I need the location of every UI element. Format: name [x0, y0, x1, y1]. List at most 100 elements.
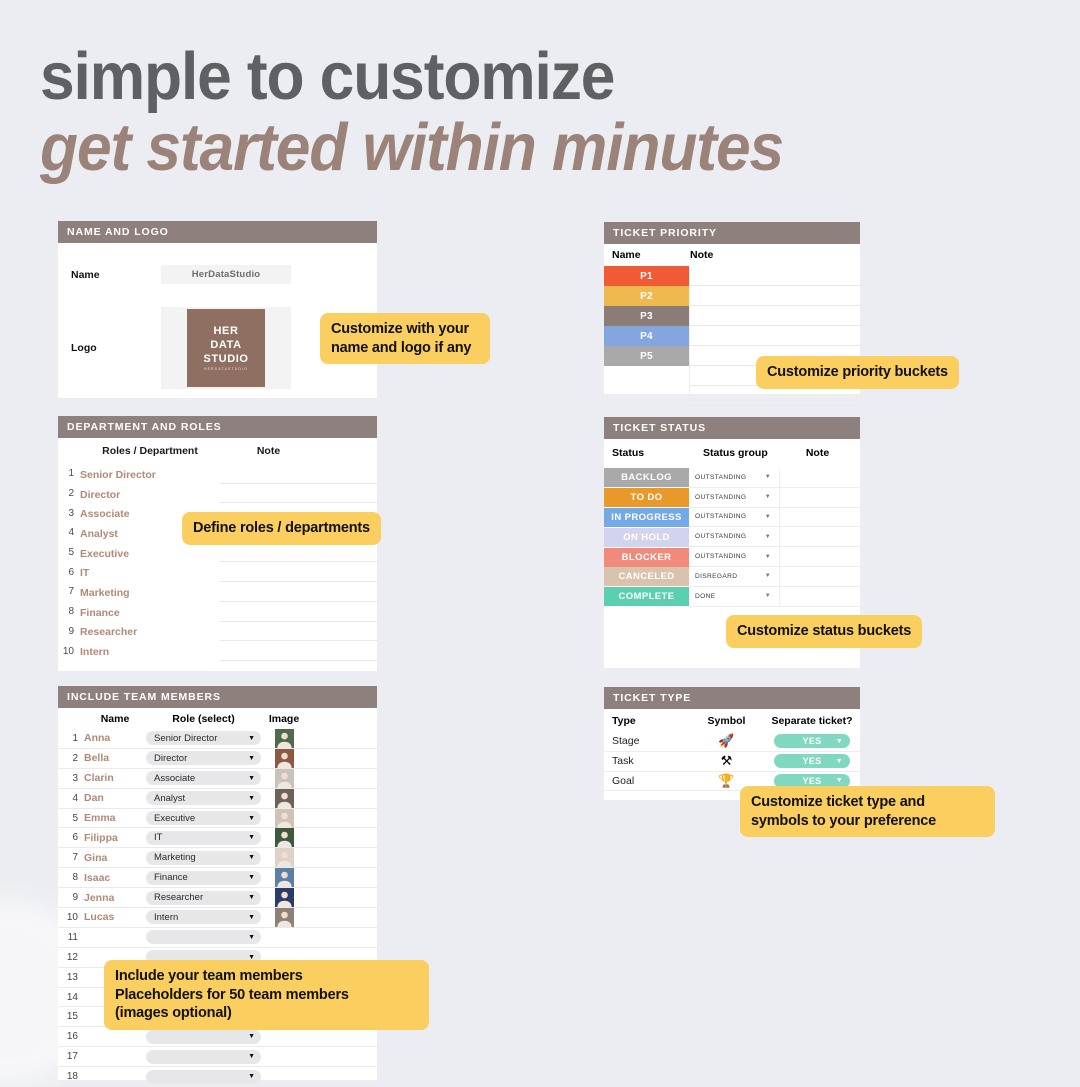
note-cell[interactable]: [220, 582, 377, 602]
team-member-row[interactable]: 16 ▼: [58, 1027, 377, 1048]
role-cell[interactable]: Finance: [80, 603, 220, 621]
priority-chip[interactable]: P4: [604, 326, 689, 346]
status-group-select[interactable]: OUTSTANDING ▼: [689, 508, 779, 528]
team-member-row[interactable]: 6 Filippa IT ▼: [58, 828, 377, 849]
department-row[interactable]: 8 Finance: [58, 602, 377, 622]
team-member-row[interactable]: 2 Bella Director ▼: [58, 748, 377, 769]
status-note-cell[interactable]: [779, 566, 860, 587]
role-select[interactable]: Intern ▼: [146, 910, 261, 925]
note-cell[interactable]: [220, 484, 377, 504]
role-select[interactable]: Director ▼: [146, 751, 261, 766]
priority-chip[interactable]: P2: [604, 286, 689, 306]
separate-ticket-select[interactable]: YES ▼: [774, 754, 850, 769]
status-chip[interactable]: BACKLOG: [604, 468, 689, 488]
ticket-type-row[interactable]: Stage 🚀 YES ▼: [604, 732, 860, 752]
status-chip[interactable]: TO DO: [604, 488, 689, 508]
member-image-cell[interactable]: [261, 748, 307, 768]
department-row[interactable]: 9 Researcher: [58, 622, 377, 642]
member-name[interactable]: Isaac: [84, 872, 146, 884]
role-select[interactable]: ▼: [146, 1069, 261, 1084]
note-cell[interactable]: [220, 622, 377, 642]
member-image-cell[interactable]: [261, 728, 307, 748]
role-select[interactable]: Executive ▼: [146, 811, 261, 825]
team-member-row[interactable]: 10 Lucas Intern ▼: [58, 907, 377, 928]
status-chip[interactable]: CANCELED: [604, 567, 689, 587]
role-cell[interactable]: Researcher: [80, 622, 220, 640]
role-select[interactable]: Associate ▼: [146, 771, 261, 786]
type-name[interactable]: Stage: [604, 735, 689, 747]
team-member-row[interactable]: 9 Jenna Researcher ▼: [58, 888, 377, 909]
note-cell[interactable]: [220, 562, 377, 583]
status-row[interactable]: CANCELED DISREGARD ▼: [604, 566, 860, 587]
logo-upload-cell[interactable]: HER DATA STUDIO HERDATASTUDIO: [161, 307, 291, 389]
priority-row[interactable]: P2: [604, 286, 860, 306]
type-name[interactable]: Task: [604, 755, 689, 767]
priority-row[interactable]: P3: [604, 306, 860, 326]
priority-row-empty[interactable]: [604, 386, 860, 406]
priority-chip[interactable]: P1: [604, 266, 689, 286]
member-name[interactable]: Lucas: [84, 911, 146, 923]
status-chip[interactable]: ON HOLD: [604, 527, 689, 547]
department-row[interactable]: 5 Executive: [58, 543, 377, 563]
note-cell[interactable]: [220, 543, 377, 563]
status-chip[interactable]: BLOCKER: [604, 547, 689, 567]
priority-chip[interactable]: P5: [604, 346, 689, 366]
priority-row[interactable]: P1: [604, 266, 860, 286]
department-row[interactable]: 1 Senior Director: [58, 464, 377, 484]
member-image-cell[interactable]: [261, 868, 307, 888]
member-name[interactable]: Dan: [84, 792, 146, 804]
team-member-row[interactable]: 17 ▼: [58, 1047, 377, 1068]
role-select[interactable]: Finance ▼: [146, 870, 261, 885]
department-row[interactable]: 2 Director: [58, 484, 377, 504]
team-member-row[interactable]: 5 Emma Executive ▼: [58, 808, 377, 829]
role-select[interactable]: ▼: [146, 1029, 261, 1044]
member-name[interactable]: Filippa: [84, 832, 146, 844]
status-note-cell[interactable]: [779, 507, 860, 528]
department-row[interactable]: 6 IT: [58, 562, 377, 583]
priority-note-cell[interactable]: [689, 266, 860, 286]
status-note-cell[interactable]: [779, 487, 860, 508]
status-note-cell[interactable]: [779, 547, 860, 567]
member-image-cell[interactable]: [261, 888, 307, 908]
role-cell[interactable]: IT: [80, 563, 220, 581]
member-image-cell[interactable]: [261, 768, 307, 788]
status-note-cell[interactable]: [779, 468, 860, 488]
status-note-cell[interactable]: [779, 527, 860, 548]
role-select[interactable]: Researcher ▼: [146, 890, 261, 905]
note-cell[interactable]: [220, 602, 377, 622]
team-member-row[interactable]: 8 Isaac Finance ▼: [58, 868, 377, 889]
team-member-row[interactable]: 11 ▼: [58, 928, 377, 948]
status-chip[interactable]: IN PROGRESS: [604, 507, 689, 527]
status-group-select[interactable]: OUTSTANDING ▼: [689, 468, 779, 488]
role-cell[interactable]: Executive: [80, 544, 220, 562]
separate-ticket-select[interactable]: YES ▼: [774, 734, 850, 749]
status-group-select[interactable]: OUTSTANDING ▼: [689, 488, 779, 508]
team-member-row[interactable]: 4 Dan Analyst ▼: [58, 788, 377, 809]
type-symbol-icon[interactable]: ⚒: [689, 753, 764, 769]
note-cell[interactable]: [220, 464, 377, 484]
priority-note-cell[interactable]: [689, 326, 860, 346]
member-image-cell[interactable]: [261, 808, 307, 828]
role-cell[interactable]: Director: [80, 485, 220, 503]
member-image-cell[interactable]: [261, 828, 307, 848]
note-cell[interactable]: [220, 641, 377, 661]
role-cell[interactable]: Senior Director: [80, 465, 220, 483]
priority-row[interactable]: P4: [604, 326, 860, 346]
member-name[interactable]: Bella: [84, 752, 146, 764]
status-group-select[interactable]: DONE ▼: [689, 587, 779, 607]
role-select[interactable]: IT ▼: [146, 830, 261, 845]
status-row[interactable]: COMPLETE DONE ▼: [604, 586, 860, 607]
status-row[interactable]: IN PROGRESS OUTSTANDING ▼: [604, 507, 860, 528]
role-select[interactable]: Senior Director ▼: [146, 731, 261, 746]
team-member-row[interactable]: 7 Gina Marketing ▼: [58, 848, 377, 869]
member-name[interactable]: Gina: [84, 852, 146, 864]
member-name[interactable]: Clarin: [84, 772, 146, 784]
member-name[interactable]: Anna: [84, 732, 146, 744]
member-name[interactable]: Emma: [84, 812, 146, 824]
team-member-row[interactable]: 18 ▼: [58, 1067, 377, 1087]
member-name[interactable]: Jenna: [84, 892, 146, 904]
status-note-cell[interactable]: [779, 586, 860, 607]
status-group-select[interactable]: OUTSTANDING ▼: [689, 527, 779, 548]
role-cell[interactable]: Marketing: [80, 583, 220, 601]
status-row[interactable]: BLOCKER OUTSTANDING ▼: [604, 547, 860, 567]
